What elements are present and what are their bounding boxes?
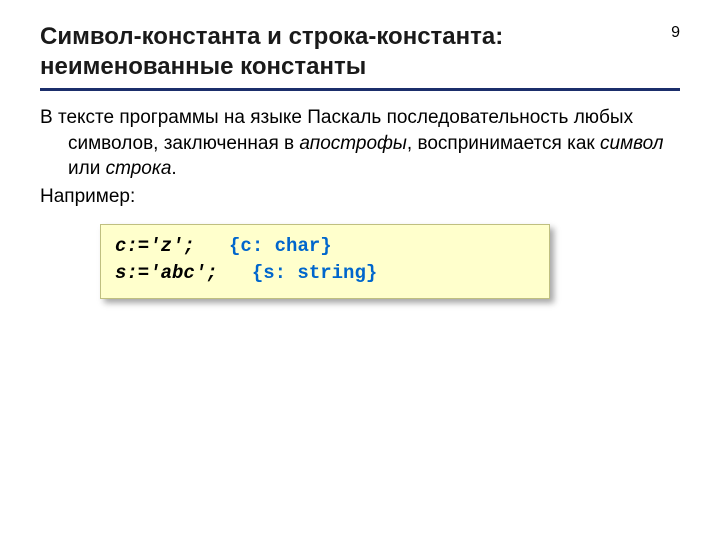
p1-em-symbol: символ — [600, 133, 663, 154]
code-comment-2: {s: string} — [252, 262, 377, 284]
body-text: В тексте программы на языке Паскаль посл… — [40, 105, 680, 210]
code-box: c:='z'; {c: char} s:='abc'; {s: string} — [100, 224, 550, 299]
p1-comma: , — [407, 133, 412, 154]
page-title: Символ-константа и строка-константа: неи… — [40, 22, 651, 82]
p1-line-d: воспринимается как — [417, 133, 600, 154]
slide: Символ-константа и строка-константа: неи… — [0, 0, 720, 299]
p1-line-a: В тексте программы на языке Паскаль посл… — [40, 107, 568, 128]
paragraph-1: В тексте программы на языке Паскаль посл… — [40, 105, 680, 182]
p1-em-apostrophes: апострофы — [299, 133, 406, 154]
p1-or: или — [68, 158, 106, 179]
code-line-2: s:='abc'; — [115, 262, 252, 284]
header-row: Символ-константа и строка-константа: неи… — [40, 22, 680, 82]
code-line-1: c:='z'; — [115, 235, 229, 257]
title-rule — [40, 88, 680, 91]
paragraph-2: Например: — [40, 184, 680, 210]
p1-em-string: строка — [106, 158, 172, 179]
p1-period: . — [171, 158, 176, 179]
code-comment-1: {c: char} — [229, 235, 332, 257]
page-number: 9 — [651, 22, 680, 42]
